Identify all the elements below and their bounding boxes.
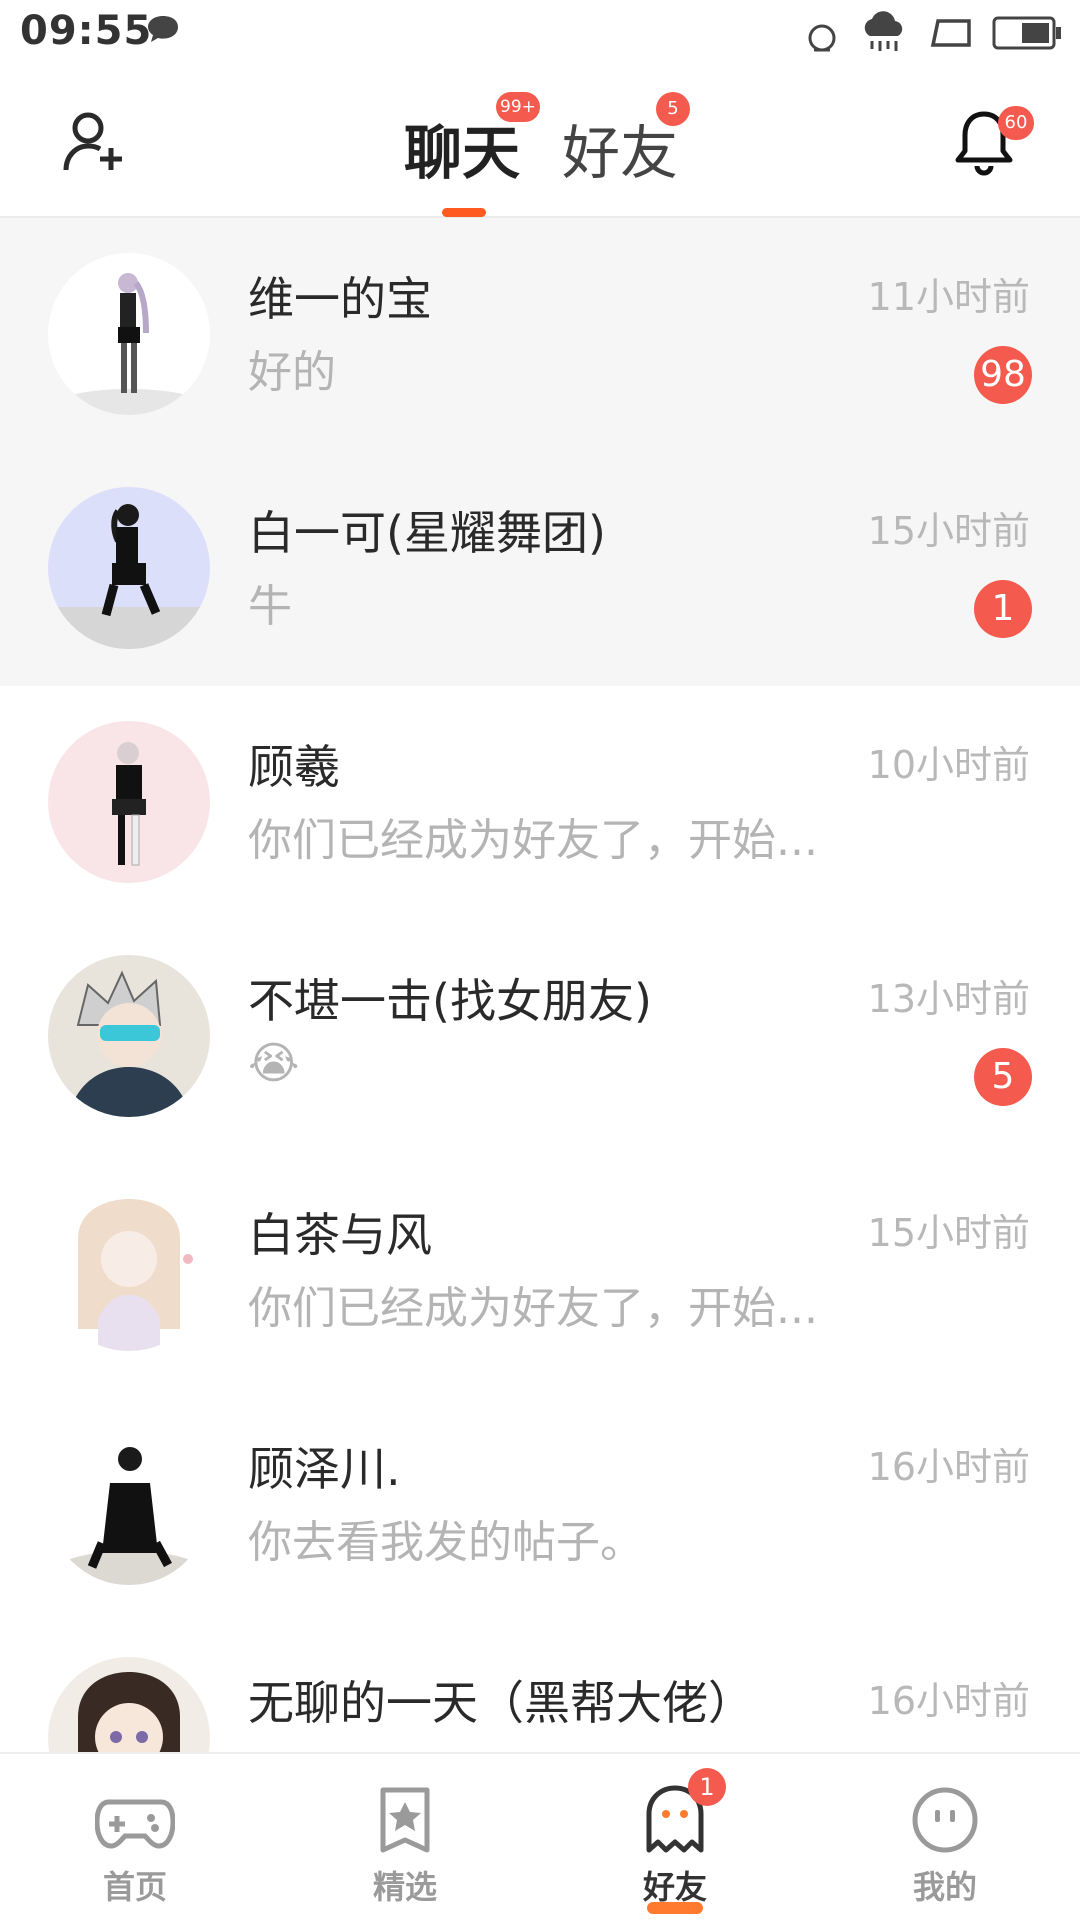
chat-preview: 好的 xyxy=(248,347,336,398)
chat-name: 不堪一击(找女朋友) xyxy=(248,974,652,1028)
chat-tab-badge: 99+ xyxy=(496,92,540,122)
chat-header: 聊天 99+ 好友 5 60 xyxy=(0,70,1080,218)
nav-active-indicator xyxy=(647,1902,703,1914)
tab-friends-label: 好友 xyxy=(562,119,679,187)
nav-home[interactable]: 首页 xyxy=(0,1754,270,1922)
chat-time: 16小时前 xyxy=(867,1679,1030,1723)
chat-preview: 你去看我发的帖子。 xyxy=(248,1517,644,1568)
avatar xyxy=(48,487,210,649)
battery-icon xyxy=(992,16,1061,50)
message-icon xyxy=(148,16,178,42)
nav-profile-label: 我的 xyxy=(912,1868,977,1906)
chat-row[interactable]: 不堪一击(找女朋友) 😭 13小时前 5 xyxy=(0,920,1080,1154)
nav-profile[interactable]: 我的 xyxy=(810,1754,1080,1922)
nav-home-label: 首页 xyxy=(102,1868,167,1906)
gamepad-icon xyxy=(95,1799,175,1849)
chat-name: 顾羲 xyxy=(248,740,340,794)
chat-preview: 你们已经成为好友了，开始... xyxy=(248,815,818,866)
chat-name: 无聊的一天（黑帮大佬） xyxy=(248,1676,754,1730)
chat-preview: 你们已经成为好友了，开始... xyxy=(248,1283,818,1334)
status-time: 09:55 xyxy=(20,8,153,54)
face-icon xyxy=(912,1787,978,1853)
active-tab-indicator xyxy=(442,208,486,217)
chat-name: 白茶与风 xyxy=(248,1208,432,1262)
chat-name: 白一可(星耀舞团) xyxy=(248,506,606,560)
avatar xyxy=(48,253,210,415)
nav-friends[interactable]: 1 好友 xyxy=(540,1754,810,1922)
chat-time: 15小时前 xyxy=(867,509,1030,553)
unread-badge: 98 xyxy=(974,346,1032,404)
chat-row[interactable]: 顾羲 你们已经成为好友了，开始... 10小时前 xyxy=(0,686,1080,920)
chat-time: 16小时前 xyxy=(867,1445,1030,1489)
chat-time: 15小时前 xyxy=(867,1211,1030,1255)
nav-friends-badge: 1 xyxy=(688,1768,726,1806)
tab-chat-label: 聊天 xyxy=(404,119,521,187)
chat-row[interactable]: 无聊的一天（黑帮大佬） 16小时前 xyxy=(0,1622,1080,1752)
avatar xyxy=(48,955,210,1117)
nav-featured-label: 精选 xyxy=(372,1868,437,1906)
notification-badge: 60 xyxy=(998,106,1034,140)
add-user-icon[interactable] xyxy=(62,110,130,174)
avatar xyxy=(48,1657,210,1752)
chat-time: 10小时前 xyxy=(867,743,1030,787)
unread-badge: 5 xyxy=(974,1048,1032,1106)
rain-cloud-icon xyxy=(864,11,903,51)
chat-preview: 牛 xyxy=(248,581,292,632)
chat-list: 维一的宝 好的 11小时前 98 白一可(星耀舞团) 牛 15小时前 1 顾羲 … xyxy=(0,218,1080,1752)
chat-row[interactable]: 白茶与风 你们已经成为好友了，开始... 15小时前 xyxy=(0,1154,1080,1388)
bottom-navigation: 首页 精选 1 好友 我的 xyxy=(0,1752,1080,1922)
chat-name: 顾泽川. xyxy=(248,1442,401,1496)
chat-row[interactable]: 白一可(星耀舞团) 牛 15小时前 1 xyxy=(0,452,1080,686)
status-bar: 09:55 xyxy=(0,0,1080,70)
friends-tab-badge: 5 xyxy=(656,92,690,126)
avatar xyxy=(48,1423,210,1585)
chat-time: 11小时前 xyxy=(867,275,1030,319)
unread-badge: 1 xyxy=(974,580,1032,638)
star-bookmark-icon xyxy=(380,1787,430,1853)
avatar xyxy=(48,721,210,883)
chat-row[interactable]: 顾泽川. 你去看我发的帖子。 16小时前 xyxy=(0,1388,1080,1622)
avatar xyxy=(48,1189,210,1351)
signal-icon xyxy=(930,19,971,47)
chat-preview: 😭 xyxy=(248,1038,300,1089)
chat-name: 维一的宝 xyxy=(248,272,432,326)
nav-featured[interactable]: 精选 xyxy=(270,1754,540,1922)
chat-row[interactable]: 维一的宝 好的 11小时前 98 xyxy=(0,218,1080,452)
chat-time: 13小时前 xyxy=(867,977,1030,1021)
satellite-icon xyxy=(808,24,836,52)
